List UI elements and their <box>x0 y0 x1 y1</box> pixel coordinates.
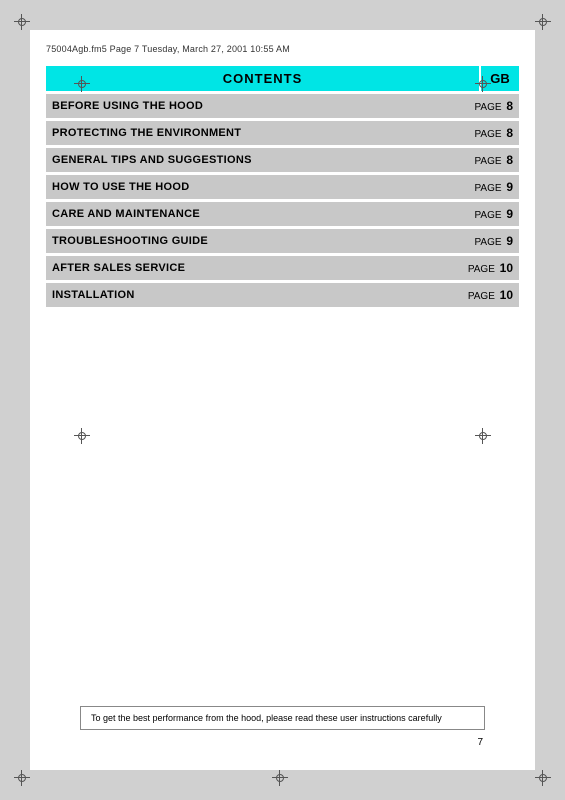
toc-row: INSTALLATIONPAGE 10 <box>46 283 519 307</box>
toc-item-label: TROUBLESHOOTING GUIDE <box>46 230 449 252</box>
crosshair-top-right <box>475 76 491 92</box>
footer-text: To get the best performance from the hoo… <box>91 713 442 723</box>
crosshair-outer-top-left <box>14 14 30 30</box>
toc-item-page: PAGE 9 <box>449 229 519 253</box>
toc-item-label: AFTER SALES SERVICE <box>46 257 449 279</box>
toc-item-page: PAGE 9 <box>449 175 519 199</box>
toc-item-label: CARE AND MAINTENANCE <box>46 203 449 225</box>
contents-title-row: CONTENTS GB <box>46 66 519 91</box>
page-number: 7 <box>477 737 483 748</box>
toc-row: BEFORE USING THE HOODPAGE 8 <box>46 94 519 118</box>
crosshair-outer-top-right <box>535 14 551 30</box>
contents-table: CONTENTS GB BEFORE USING THE HOODPAGE 8P… <box>46 66 519 307</box>
toc-item-page: PAGE 8 <box>449 148 519 172</box>
toc-item-page: PAGE 8 <box>449 94 519 118</box>
toc-item-page: PAGE 8 <box>449 121 519 145</box>
toc-row: HOW TO USE THE HOODPAGE 9 <box>46 175 519 199</box>
toc-item-label: INSTALLATION <box>46 284 449 306</box>
page: 75004Agb.fm5 Page 7 Tuesday, March 27, 2… <box>30 30 535 770</box>
toc-item-label: PROTECTING THE ENVIRONMENT <box>46 122 449 144</box>
toc-item-page: PAGE 10 <box>449 256 519 280</box>
toc-row: AFTER SALES SERVICEPAGE 10 <box>46 256 519 280</box>
toc-item-label: HOW TO USE THE HOOD <box>46 176 449 198</box>
footer-box: To get the best performance from the hoo… <box>80 706 485 730</box>
toc-row: TROUBLESHOOTING GUIDEPAGE 9 <box>46 229 519 253</box>
crosshair-outer-bottom-center <box>272 770 288 786</box>
crosshair-top-left <box>74 76 90 92</box>
toc-item-page: PAGE 10 <box>449 283 519 307</box>
toc-item-page: PAGE 9 <box>449 202 519 226</box>
toc-row: GENERAL TIPS AND SUGGESTIONSPAGE 8 <box>46 148 519 172</box>
toc-row: PROTECTING THE ENVIRONMENTPAGE 8 <box>46 121 519 145</box>
toc-rows: BEFORE USING THE HOODPAGE 8PROTECTING TH… <box>46 94 519 307</box>
contents-title: CONTENTS <box>46 66 479 91</box>
crosshair-mid-right <box>475 428 491 444</box>
toc-row: CARE AND MAINTENANCEPAGE 9 <box>46 202 519 226</box>
crosshair-outer-bottom-right <box>535 770 551 786</box>
header-line: 75004Agb.fm5 Page 7 Tuesday, March 27, 2… <box>46 44 519 54</box>
toc-item-label: GENERAL TIPS AND SUGGESTIONS <box>46 149 449 171</box>
crosshair-mid-left <box>74 428 90 444</box>
toc-item-label: BEFORE USING THE HOOD <box>46 95 449 117</box>
crosshair-outer-bottom-left <box>14 770 30 786</box>
